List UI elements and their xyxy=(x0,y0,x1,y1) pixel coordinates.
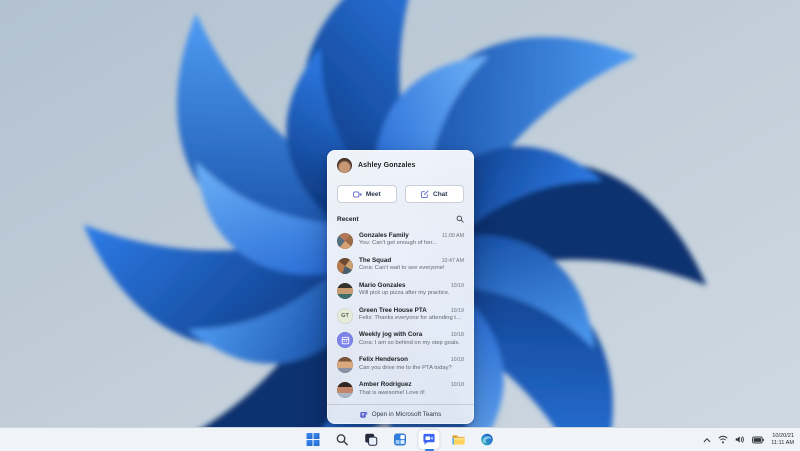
file-explorer-button[interactable] xyxy=(448,430,469,449)
meet-button[interactable]: Meet xyxy=(337,185,397,203)
conversation-avatar xyxy=(337,232,353,249)
conversation-row[interactable]: Gonzales Family 11:09 AM You: Can't get … xyxy=(331,230,470,251)
conversation-list: Gonzales Family 11:09 AM You: Can't get … xyxy=(327,226,474,404)
teams-logo-icon xyxy=(360,411,368,418)
chat-icon xyxy=(423,433,435,445)
taskbar-center-icons xyxy=(303,428,498,451)
flyout-actions: Meet Chat xyxy=(327,178,474,207)
teams-chat-flyout: Ashley Gonzales Meet Chat Recent Gonzale… xyxy=(327,150,474,424)
conversation-time: 11:09 AM xyxy=(442,232,464,239)
tray-date: 10/20/21 xyxy=(772,432,794,439)
calendar-icon xyxy=(341,336,349,345)
conversation-row[interactable]: Felix Henderson 10/18 Can you drive me t… xyxy=(331,354,470,375)
desktop: Ashley Gonzales Meet Chat Recent Gonzale… xyxy=(0,0,800,451)
chat-button[interactable]: Chat xyxy=(404,185,464,203)
windows-logo-icon xyxy=(306,433,320,446)
conversation-row[interactable]: GT Green Tree House PTA 10/19 Felix: Tha… xyxy=(331,305,470,326)
conversation-name: Gonzales Family xyxy=(359,231,409,239)
conversation-avatar xyxy=(337,357,353,374)
recent-header: Recent xyxy=(327,207,474,226)
conversation-avatar: GT xyxy=(337,307,353,324)
wifi-icon[interactable] xyxy=(718,435,728,444)
conversation-preview: You: Can't get enough of her... xyxy=(359,240,437,247)
user-avatar[interactable] xyxy=(337,158,352,173)
taskbar: 10/20/21 11:11 AM xyxy=(0,427,800,451)
conversation-preview: Cora: Can't wait to see everyone! xyxy=(359,265,445,272)
user-name: Ashley Gonzales xyxy=(358,162,416,169)
task-view-button[interactable] xyxy=(361,430,382,449)
conversation-time: 10:47 AM xyxy=(441,257,464,264)
meet-label: Meet xyxy=(365,190,381,198)
conversation-name: Amber Rodriguez xyxy=(359,381,412,389)
recent-title: Recent xyxy=(337,215,359,223)
conversation-preview: Will pick up pizza after my practice. xyxy=(359,290,450,297)
conversation-row[interactable]: The Squad 10:47 AM Cora: Can't wait to s… xyxy=(331,255,470,276)
conversation-time: 10/18 xyxy=(450,382,464,389)
conversation-row[interactable]: Mario Gonzales 10/19 Will pick up pizza … xyxy=(331,280,470,301)
conversation-avatar xyxy=(337,332,353,349)
tray-time: 11:11 AM xyxy=(771,439,794,446)
conversation-time: 10/18 xyxy=(450,332,464,339)
task-view-icon xyxy=(365,433,378,446)
conversation-name: Weekly jog with Cora xyxy=(359,331,423,339)
conversation-avatar xyxy=(337,282,353,299)
chevron-up-icon[interactable] xyxy=(703,437,711,443)
edge-icon xyxy=(481,433,493,446)
conversation-time: 10/18 xyxy=(450,357,464,364)
compose-icon xyxy=(421,190,429,198)
conversation-avatar xyxy=(337,257,353,274)
conversation-preview: That is awesome! Love it! xyxy=(359,389,425,396)
chat-label: Chat xyxy=(433,190,448,198)
conversation-row[interactable]: Weekly jog with Cora 10/18 Cora: I am so… xyxy=(331,329,470,350)
conversation-preview: Cora: I am so behind on my step goals. xyxy=(359,339,460,346)
search-button[interactable] xyxy=(332,430,353,449)
taskbar-clock[interactable]: 10/20/21 11:11 AM xyxy=(771,433,794,447)
system-tray: 10/20/21 11:11 AM xyxy=(700,428,797,451)
open-in-teams-label: Open in Microsoft Teams xyxy=(371,411,442,418)
start-button[interactable] xyxy=(303,430,324,449)
conversation-time: 10/19 xyxy=(450,282,464,289)
conversation-name: The Squad xyxy=(359,256,392,264)
conversation-row[interactable]: Amber Rodriguez 10/18 That is awesome! L… xyxy=(331,379,470,400)
conversation-preview: Can you drive me to the PTA today? xyxy=(359,364,452,371)
volume-icon[interactable] xyxy=(735,435,745,444)
edge-button[interactable] xyxy=(477,430,498,449)
conversation-preview: Felix: Thanks everyone for attending tod… xyxy=(359,315,464,321)
battery-icon[interactable] xyxy=(752,436,765,444)
search-icon xyxy=(336,434,348,446)
flyout-header: Ashley Gonzales xyxy=(327,150,474,178)
widgets-icon xyxy=(394,433,406,446)
folder-icon xyxy=(451,434,465,445)
widgets-button[interactable] xyxy=(390,430,411,449)
chat-button[interactable] xyxy=(418,430,440,449)
open-in-teams-button[interactable]: Open in Microsoft Teams xyxy=(327,404,474,424)
conversation-name: Mario Gonzales xyxy=(359,281,406,289)
conversation-avatar xyxy=(337,382,353,399)
conversation-name: Green Tree House PTA xyxy=(359,306,427,314)
search-icon[interactable] xyxy=(456,215,464,223)
conversation-name: Felix Henderson xyxy=(359,356,408,364)
conversation-time: 10/19 xyxy=(450,307,464,314)
video-camera-icon xyxy=(352,191,362,197)
